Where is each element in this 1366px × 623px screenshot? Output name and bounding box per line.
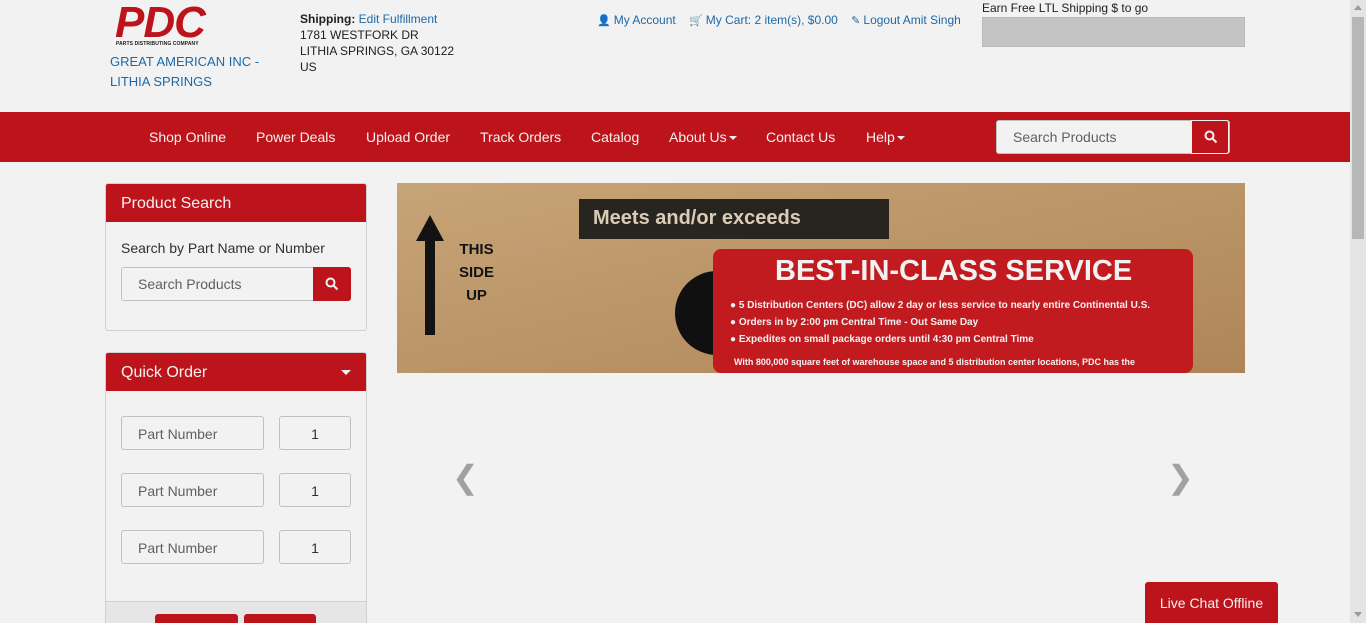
search-icon bbox=[1204, 130, 1218, 144]
quick-order-clear-button[interactable] bbox=[244, 614, 316, 623]
quantity-input[interactable]: 1 bbox=[279, 473, 351, 507]
nav-about-us-label: About Us bbox=[669, 129, 727, 145]
banner-box-label: Meets and/or exceeds bbox=[593, 207, 801, 229]
nav-search-box bbox=[996, 120, 1230, 154]
chevron-down-icon bbox=[341, 370, 351, 375]
carousel-prev-arrow-icon[interactable]: ❮ bbox=[452, 458, 479, 496]
logo-subtext: PARTS DISTRIBUTING COMPANY bbox=[116, 41, 199, 47]
site-header: PDC PARTS DISTRIBUTING COMPANY GREAT AME… bbox=[0, 0, 1350, 112]
banner-footer-text: With 800,000 square feet of warehouse sp… bbox=[734, 357, 1136, 367]
logo-text: PDC bbox=[115, 0, 206, 47]
cart-icon: 🛒 bbox=[689, 15, 703, 27]
promo-banner[interactable]: Meets and/or exceeds THIS SIDE UP BEST-I… bbox=[397, 183, 1245, 373]
nav-search-input[interactable] bbox=[997, 121, 1192, 153]
nav-about-us[interactable]: About Us bbox=[669, 129, 737, 145]
account-links: 👤 My Account 🛒 My Cart: 2 item(s), $0.00 ✎… bbox=[597, 13, 971, 27]
my-cart-label: My Cart: 2 item(s), $0.00 bbox=[705, 13, 838, 27]
logout-label: Logout Amit Singh bbox=[863, 13, 961, 27]
product-search-title: Product Search bbox=[106, 184, 366, 222]
user-icon: 👤 bbox=[597, 15, 611, 27]
quantity-input[interactable]: 1 bbox=[279, 416, 351, 450]
quick-order-panel: Quick Order Part Number 1 Part Number 1 … bbox=[105, 352, 367, 623]
address-country: US bbox=[300, 60, 317, 74]
scroll-up-icon[interactable] bbox=[1354, 5, 1362, 10]
nav-search-button[interactable] bbox=[1191, 120, 1229, 154]
caret-down-icon bbox=[728, 136, 737, 141]
scroll-down-icon[interactable] bbox=[1354, 612, 1362, 617]
my-cart-link[interactable]: 🛒 My Cart: 2 item(s), $0.00 bbox=[689, 13, 838, 27]
quantity-input[interactable]: 1 bbox=[279, 530, 351, 564]
logout-link[interactable]: ✎ Logout Amit Singh bbox=[851, 13, 961, 27]
quick-order-title: Quick Order bbox=[121, 364, 208, 381]
my-account-link[interactable]: 👤 My Account bbox=[597, 13, 676, 27]
main-nav: Shop Online Power Deals Upload Order Tra… bbox=[0, 112, 1350, 162]
banner-bullet: ● Orders in by 2:00 pm Central Time - Ou… bbox=[730, 317, 979, 328]
banner-bullet: ● 5 Distribution Centers (DC) allow 2 da… bbox=[730, 300, 1151, 311]
this-side-up-line: UP bbox=[466, 287, 487, 304]
page-scrollbar[interactable] bbox=[1350, 0, 1366, 623]
product-search-label: Search by Part Name or Number bbox=[121, 240, 325, 256]
nav-upload-order[interactable]: Upload Order bbox=[366, 129, 450, 145]
address-line2: LITHIA SPRINGS, GA 30122 bbox=[300, 44, 455, 58]
pdc-logo[interactable]: PDC PARTS DISTRIBUTING COMPANY bbox=[115, 0, 211, 49]
pencil-icon: ✎ bbox=[851, 15, 861, 27]
nav-catalog[interactable]: Catalog bbox=[591, 129, 639, 145]
product-search-panel: Product Search Search by Part Name or Nu… bbox=[105, 183, 367, 331]
ltl-text: Earn Free LTL Shipping $ to go bbox=[982, 1, 1149, 15]
this-side-up-text: THIS SIDE UP bbox=[459, 238, 494, 307]
banner-bullet: ● Expedites on small package orders unti… bbox=[730, 334, 1034, 345]
address-line1: 1781 WESTFORK DR bbox=[300, 28, 419, 42]
product-search-box bbox=[121, 267, 351, 301]
nav-help[interactable]: Help bbox=[866, 129, 905, 145]
banner-heading: BEST-IN-CLASS SERVICE bbox=[775, 255, 1133, 287]
banner-bullet-text: Orders in by 2:00 pm Central Time - Out … bbox=[738, 317, 979, 328]
quick-order-header[interactable]: Quick Order bbox=[106, 353, 366, 391]
quick-order-footer bbox=[106, 601, 366, 623]
company-name-link[interactable]: GREAT AMERICAN INC - LITHIA SPRINGS bbox=[110, 52, 270, 92]
scroll-thumb[interactable] bbox=[1352, 17, 1364, 239]
ltl-progress-bar bbox=[982, 17, 1245, 47]
quick-order-add-button[interactable] bbox=[155, 614, 238, 623]
nav-track-orders[interactable]: Track Orders bbox=[480, 129, 561, 145]
ltl-shipping: Earn Free LTL Shipping $ to go bbox=[982, 1, 1245, 47]
shipping-label: Shipping: bbox=[300, 12, 356, 26]
search-icon bbox=[325, 277, 339, 291]
carousel-next-arrow-icon[interactable]: ❯ bbox=[1167, 458, 1194, 496]
my-account-label: My Account bbox=[613, 13, 676, 27]
product-search-button[interactable] bbox=[313, 267, 351, 301]
nav-help-label: Help bbox=[866, 129, 895, 145]
this-side-up-line: SIDE bbox=[459, 264, 495, 281]
caret-down-icon bbox=[896, 136, 905, 141]
product-search-input[interactable] bbox=[122, 268, 312, 300]
part-number-input[interactable]: Part Number bbox=[121, 416, 264, 450]
shipping-info: Shipping: Edit Fulfillment 1781 WESTFORK… bbox=[300, 11, 454, 75]
banner-bullet-text: 5 Distribution Centers (DC) allow 2 day … bbox=[738, 300, 1151, 311]
nav-power-deals[interactable]: Power Deals bbox=[256, 129, 335, 145]
edit-fulfillment-link[interactable]: Edit Fulfillment bbox=[359, 12, 438, 26]
part-number-input[interactable]: Part Number bbox=[121, 530, 264, 564]
live-chat-button[interactable]: Live Chat Offline bbox=[1145, 582, 1278, 623]
nav-contact-us[interactable]: Contact Us bbox=[766, 129, 835, 145]
part-number-input[interactable]: Part Number bbox=[121, 473, 264, 507]
this-side-up-line: THIS bbox=[459, 241, 494, 258]
banner-bullet-text: Expedites on small package orders until … bbox=[738, 334, 1034, 345]
banner-bullets: ● 5 Distribution Centers (DC) allow 2 da… bbox=[730, 297, 1150, 348]
nav-shop-online[interactable]: Shop Online bbox=[149, 129, 226, 145]
